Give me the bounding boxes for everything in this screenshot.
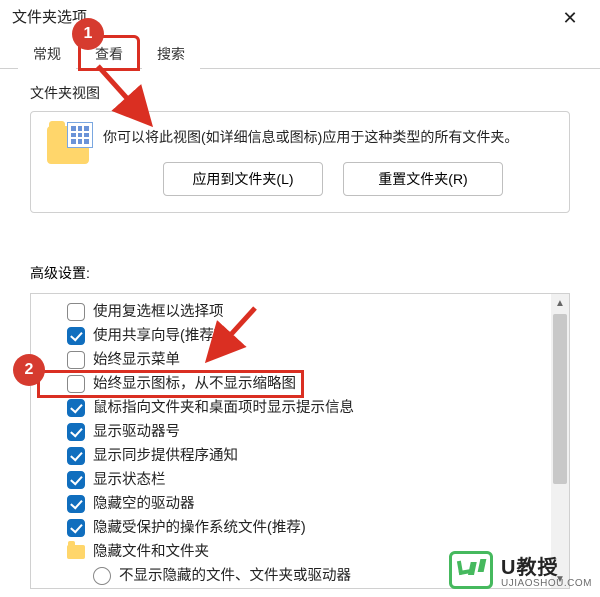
folder-views-box: 你可以将此视图(如详细信息或图标)应用于这种类型的所有文件夹。 应用到文件夹(L…	[30, 111, 570, 213]
watermark-logo-icon	[449, 551, 493, 589]
watermark-url: UJIAOSHOU.COM	[501, 578, 592, 589]
setting-row-8[interactable]: 隐藏空的驱动器	[39, 492, 565, 516]
setting-label: 使用复选框以选择项	[93, 301, 224, 323]
setting-label: 显示驱动器号	[93, 421, 180, 443]
setting-label: 显示状态栏	[93, 469, 166, 491]
advanced-settings-list: 使用复选框以选择项使用共享向导(推荐)始终显示菜单始终显示图标，从不显示缩略图鼠…	[30, 293, 570, 589]
folder-views-panel: 文件夹视图 你可以将此视图(如详细信息或图标)应用于这种类型的所有文件夹。 应用…	[0, 69, 600, 213]
setting-row-9[interactable]: 隐藏受保护的操作系统文件(推荐)	[39, 516, 565, 540]
setting-row-4[interactable]: 鼠标指向文件夹和桌面项时显示提示信息	[39, 396, 565, 420]
tab-general[interactable]: 常规	[18, 37, 76, 69]
checkbox[interactable]	[67, 327, 85, 345]
setting-row-7[interactable]: 显示状态栏	[39, 468, 565, 492]
advanced-settings-title: 高级设置:	[30, 263, 570, 283]
advanced-settings: 高级设置: 使用复选框以选择项使用共享向导(推荐)始终显示菜单始终显示图标，从不…	[0, 213, 600, 589]
setting-row-5[interactable]: 显示驱动器号	[39, 420, 565, 444]
setting-label: 鼠标指向文件夹和桌面项时显示提示信息	[93, 397, 354, 419]
folder-icon	[67, 545, 85, 559]
setting-label: 隐藏受保护的操作系统文件(推荐)	[93, 517, 306, 539]
window-title: 文件夹选项	[12, 9, 87, 26]
checkbox[interactable]	[67, 375, 85, 393]
radio-label: 不显示隐藏的文件、文件夹或驱动器	[119, 565, 351, 587]
scrollbar-thumb[interactable]	[553, 314, 567, 484]
checkbox[interactable]	[67, 351, 85, 369]
watermark: U教授 UJIAOSHOU.COM	[449, 551, 592, 589]
folder-views-description: 你可以将此视图(如详细信息或图标)应用于这种类型的所有文件夹。	[103, 126, 553, 148]
setting-label: 使用共享向导(推荐)	[93, 325, 219, 347]
setting-label: 隐藏文件和文件夹	[93, 541, 209, 563]
apply-to-folders-button[interactable]: 应用到文件夹(L)	[163, 162, 323, 196]
vertical-scrollbar[interactable]: ▲ ▼	[551, 294, 569, 588]
setting-label: 隐藏空的驱动器	[93, 493, 195, 515]
setting-label: 显示同步提供程序通知	[93, 445, 238, 467]
checkbox[interactable]	[67, 447, 85, 465]
reset-folders-button[interactable]: 重置文件夹(R)	[343, 162, 503, 196]
checkbox[interactable]	[67, 303, 85, 321]
setting-label: 始终显示图标，从不显示缩略图	[93, 373, 296, 395]
checkbox[interactable]	[67, 399, 85, 417]
setting-label: 始终显示菜单	[93, 349, 180, 371]
radio[interactable]	[93, 567, 111, 585]
setting-row-3[interactable]: 始终显示图标，从不显示缩略图	[39, 372, 302, 396]
close-button[interactable]: ✕	[554, 0, 586, 36]
setting-row-6[interactable]: 显示同步提供程序通知	[39, 444, 565, 468]
scroll-up-icon[interactable]: ▲	[551, 294, 569, 312]
setting-row-0[interactable]: 使用复选框以选择项	[39, 300, 565, 324]
watermark-name: U教授	[501, 551, 592, 580]
checkbox[interactable]	[67, 471, 85, 489]
checkbox[interactable]	[67, 519, 85, 537]
folder-icon	[47, 126, 89, 164]
setting-row-1[interactable]: 使用共享向导(推荐)	[39, 324, 565, 348]
folder-views-title: 文件夹视图	[30, 83, 570, 103]
tab-search[interactable]: 搜索	[142, 37, 200, 69]
step-marker-1: 1	[74, 20, 102, 48]
setting-row-2[interactable]: 始终显示菜单	[39, 348, 565, 372]
step-marker-2: 2	[15, 356, 43, 384]
checkbox[interactable]	[67, 495, 85, 513]
checkbox[interactable]	[67, 423, 85, 441]
